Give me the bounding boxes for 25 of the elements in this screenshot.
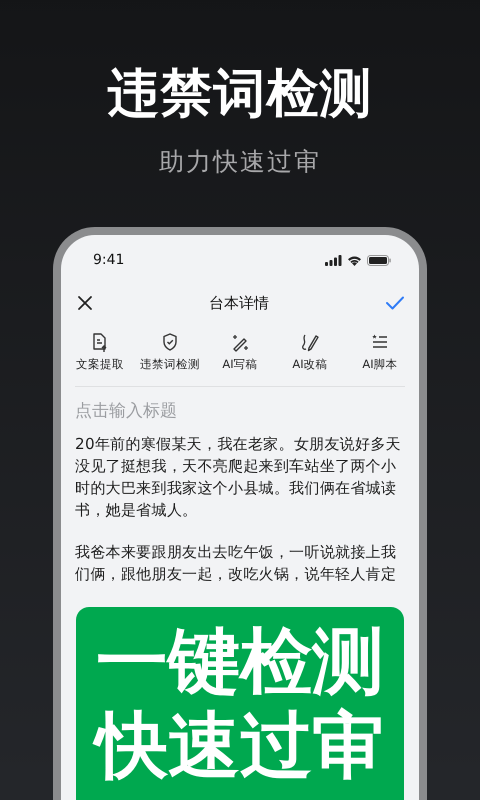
magic-wand-icon — [230, 332, 250, 352]
toolbar-label: AI写稿 — [222, 357, 258, 372]
signal-icon — [325, 254, 342, 266]
toolbar-label: 文案提取 — [76, 357, 124, 372]
toolbar-label: AI脚本 — [362, 357, 398, 372]
toolbar-label: AI改稿 — [292, 357, 328, 372]
screen-title: 台本详情 — [209, 294, 269, 312]
subtitle: 助力快速过审 — [159, 146, 321, 178]
pen-icon — [300, 332, 320, 352]
status-time: 9:41 — [93, 252, 124, 268]
checkmark-icon[interactable] — [385, 295, 405, 311]
toolbar-item[interactable]: AI写稿 — [205, 332, 275, 372]
battery-icon — [367, 254, 391, 266]
close-icon[interactable] — [77, 295, 93, 311]
banner-text: 一键检测 — [96, 619, 384, 703]
title-input-field[interactable]: 点击输入标题 — [75, 397, 375, 425]
body-paragraph: 我爸本来要跟朋友出去吃午饭，一听说就接上我们俩，跟他朋友一起，改吃火锅，说年轻人肯定 — [75, 542, 398, 585]
toolbar-item[interactable]: AI脚本 — [345, 332, 415, 372]
toolbar-item[interactable]: 文案提取 — [65, 332, 135, 372]
toolbar-item[interactable]: 违禁词检测 — [135, 332, 205, 372]
toolbar-item[interactable]: AI改稿 — [275, 332, 345, 372]
wifi-icon — [347, 254, 362, 266]
headline: 违禁词检测 — [108, 63, 372, 126]
body-paragraph: 20年前的寒假某天，我在老家。女朋友说好多天没见了挺想我，天不亮爬起来到车站坐了两个小时的大巴来到我家这个小县城。我们俩在省城读书，她是省城人。 — [75, 434, 402, 521]
toolbar-label: 违禁词检测 — [140, 357, 200, 372]
